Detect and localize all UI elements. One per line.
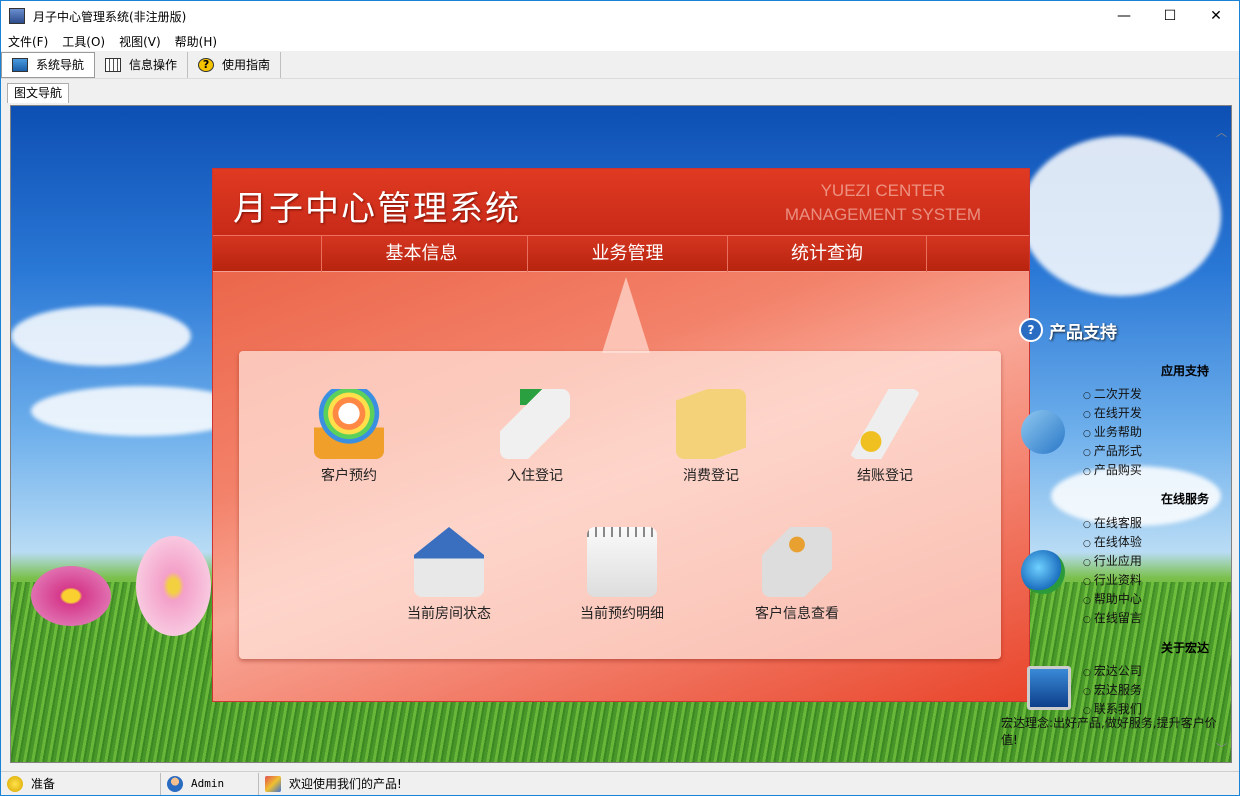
link-online-cs[interactable]: 在线客服	[1083, 514, 1142, 533]
link-business-help[interactable]: 业务帮助	[1083, 423, 1142, 442]
link-industry-app[interactable]: 行业应用	[1083, 552, 1142, 571]
user-icon	[167, 775, 183, 792]
info-operation-button[interactable]: 信息操作	[95, 51, 189, 78]
link-online-trial[interactable]: 在线体验	[1083, 533, 1142, 552]
rainbow-people-icon	[314, 389, 384, 459]
link-service[interactable]: 宏达服务	[1083, 681, 1142, 700]
panel-subtitle-line2: MANAGEMENT SYSTEM	[784, 205, 981, 224]
link-help-center[interactable]: 帮助中心	[1083, 590, 1142, 609]
func-room-status[interactable]: 当前房间状态	[389, 527, 509, 623]
minimize-button[interactable]: —	[1101, 1, 1147, 31]
slogan: 宏达理念:出好产品,做好服务,提升客户价值!	[1001, 716, 1217, 747]
link-industry-data[interactable]: 行业资料	[1083, 571, 1142, 590]
status-ready: 准备	[31, 777, 56, 791]
status-welcome-cell: 欢迎使用我们的产品!	[259, 773, 408, 795]
maximize-button[interactable]: ☐	[1147, 1, 1193, 31]
main-window: 月子中心管理系统(非注册版) — ☐ ✕ 文件(F) 工具(O) 视图(V) 帮…	[0, 0, 1240, 796]
app-icon	[9, 8, 25, 24]
panel-title: 月子中心管理系统	[233, 189, 521, 229]
coins-icon	[850, 389, 920, 459]
online-service-list: 在线客服 在线体验 行业应用 行业资料 帮助中心 在线留言	[1083, 514, 1142, 628]
func-consumption-label: 消费登记	[683, 468, 739, 484]
close-button[interactable]: ✕	[1193, 1, 1239, 31]
flower-decoration	[31, 566, 111, 626]
func-booking-detail[interactable]: 当前预约明细	[562, 527, 682, 623]
about-list: 宏达公司 宏达服务 联系我们	[1083, 662, 1142, 719]
func-check-in[interactable]: 入住登记	[475, 389, 595, 485]
menu-help[interactable]: 帮助(H)	[168, 33, 224, 50]
online-service-head: 在线服务	[1160, 492, 1209, 506]
status-user: Admin	[191, 777, 225, 790]
function-area: 客户预约 入住登记 消费登记 结账登记 当前房间状态 当前预约明细 客户信息查看	[239, 351, 1001, 659]
system-nav-label: 系统导航	[36, 58, 85, 72]
house-icon	[414, 527, 484, 597]
func-checkout-label: 结账登记	[857, 468, 913, 484]
link-product-form[interactable]: 产品形式	[1083, 442, 1142, 461]
func-checkout[interactable]: 结账登记	[825, 389, 945, 485]
func-customer-booking-label: 客户预约	[321, 468, 377, 484]
product-support-panel: ? 产品支持 应用支持 二次开发 在线开发 业务帮助 产品形式 产品购买 在线服…	[1001, 106, 1231, 762]
graphic-nav-view: ︿ ﹀ 月子中心管理系统 YUEZI CENTER MANAGEMENT SYS…	[10, 105, 1232, 763]
link-secondary-dev[interactable]: 二次开发	[1083, 385, 1142, 404]
app-support-head: 应用支持	[1160, 364, 1209, 378]
arrow-icon	[1021, 410, 1065, 454]
notebook-icon	[587, 527, 657, 597]
func-customer-booking[interactable]: 客户预约	[289, 389, 409, 485]
support-title: 产品支持	[1049, 323, 1117, 343]
help-icon: ?	[198, 57, 215, 72]
main-panel: 月子中心管理系统 YUEZI CENTER MANAGEMENT SYSTEM …	[212, 168, 1030, 702]
status-ready-cell: 准备	[1, 772, 161, 795]
menu-file[interactable]: 文件(F)	[1, 33, 55, 50]
toolbar: 系统导航 信息操作 ? 使用指南	[1, 51, 1239, 79]
status-bar: 准备 Admin 欢迎使用我们的产品!	[1, 771, 1239, 795]
register-pen-icon	[500, 389, 570, 459]
panel-header: 月子中心管理系统 YUEZI CENTER MANAGEMENT SYSTEM	[213, 169, 1029, 235]
nav-business-management[interactable]: 业务管理	[527, 236, 727, 272]
computer-icon	[1027, 666, 1071, 710]
status-user-cell: Admin	[161, 772, 259, 795]
menu-tools[interactable]: 工具(O)	[55, 33, 112, 50]
link-online-dev[interactable]: 在线开发	[1083, 404, 1142, 423]
func-room-status-label: 当前房间状态	[407, 606, 491, 622]
title-bar: 月子中心管理系统(非注册版) — ☐ ✕	[1, 1, 1239, 31]
bulb-icon	[7, 775, 23, 792]
window-controls: — ☐ ✕	[1101, 1, 1239, 31]
link-product-purchase[interactable]: 产品购买	[1083, 461, 1142, 480]
func-consumption[interactable]: 消费登记	[651, 389, 771, 485]
menu-bar: 文件(F) 工具(O) 视图(V) 帮助(H)	[1, 31, 1239, 51]
info-operation-label: 信息操作	[129, 58, 178, 72]
monitor-icon	[12, 57, 28, 72]
nav-pointer	[602, 277, 650, 353]
app-support-list: 二次开发 在线开发 业务帮助 产品形式 产品购买	[1083, 385, 1142, 480]
panel-nav: 基本信息 业务管理 统计查询	[213, 235, 1029, 272]
user-guide-label: 使用指南	[222, 58, 271, 72]
user-guide-button[interactable]: ? 使用指南	[188, 51, 282, 78]
menu-view[interactable]: 视图(V)	[112, 33, 168, 50]
func-check-in-label: 入住登记	[507, 468, 563, 484]
func-customer-info[interactable]: 客户信息查看	[737, 527, 857, 623]
globe-icon	[1021, 550, 1065, 594]
tab-graphic-nav[interactable]: 图文导航	[7, 83, 70, 103]
flower-decoration	[136, 536, 211, 636]
nav-basic-info[interactable]: 基本信息	[321, 236, 521, 272]
panel-subtitle-line1: YUEZI CENTER	[820, 181, 946, 200]
nav-statistics-query[interactable]: 统计查询	[727, 236, 927, 272]
panel-subtitle: YUEZI CENTER MANAGEMENT SYSTEM	[785, 179, 981, 227]
about-head: 关于宏达	[1160, 641, 1209, 655]
person-info-icon	[762, 527, 832, 597]
system-nav-button[interactable]: 系统导航	[1, 51, 96, 78]
product-box-icon	[265, 775, 281, 792]
func-customer-info-label: 客户信息查看	[755, 606, 839, 622]
tab-strip: 图文导航	[1, 81, 1239, 103]
link-company[interactable]: 宏达公司	[1083, 662, 1142, 681]
window-title: 月子中心管理系统(非注册版)	[33, 9, 187, 24]
func-booking-detail-label: 当前预约明细	[580, 606, 664, 622]
clipboard-icon	[676, 389, 746, 459]
cloud-decoration	[11, 306, 191, 366]
status-welcome: 欢迎使用我们的产品!	[289, 777, 402, 791]
question-icon: ?	[1019, 318, 1043, 342]
link-online-message[interactable]: 在线留言	[1083, 609, 1142, 628]
grid-icon	[105, 57, 122, 72]
